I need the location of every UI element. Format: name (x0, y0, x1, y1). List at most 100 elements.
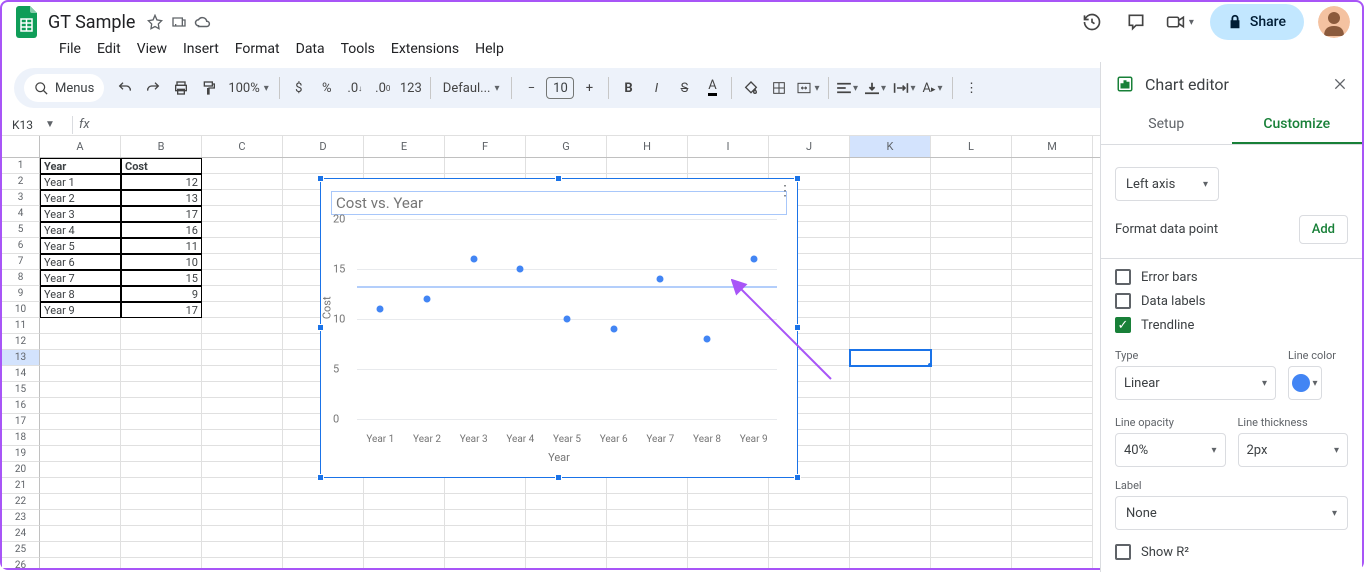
cell[interactable] (202, 286, 283, 302)
col-header[interactable]: F (445, 136, 526, 157)
cell[interactable] (445, 542, 526, 558)
resize-handle[interactable] (794, 324, 801, 331)
cell[interactable] (850, 334, 931, 350)
cell[interactable]: 17 (121, 302, 202, 318)
data-labels-checkbox[interactable]: Data labels (1115, 293, 1348, 309)
cell[interactable] (931, 206, 1012, 222)
cell[interactable] (121, 478, 202, 494)
data-point[interactable] (377, 306, 384, 313)
cell[interactable] (931, 398, 1012, 414)
cell[interactable] (1012, 558, 1093, 568)
decrease-font-button[interactable]: − (518, 75, 544, 101)
cell[interactable] (202, 478, 283, 494)
row-header[interactable]: 15 (2, 382, 40, 398)
row-header[interactable]: 8 (2, 270, 40, 286)
cell[interactable] (526, 494, 607, 510)
cell[interactable] (769, 558, 850, 568)
history-icon[interactable] (1074, 4, 1110, 40)
row-header[interactable]: 26 (2, 558, 40, 568)
cell[interactable] (283, 526, 364, 542)
col-header[interactable]: M (1012, 136, 1093, 157)
add-button[interactable]: Add (1299, 215, 1348, 244)
cell[interactable] (364, 494, 445, 510)
cell[interactable] (121, 334, 202, 350)
cell[interactable] (202, 222, 283, 238)
cell[interactable] (40, 558, 121, 568)
cell[interactable] (931, 462, 1012, 478)
document-title[interactable]: GT Sample (48, 12, 135, 33)
col-header[interactable]: J (769, 136, 850, 157)
row-header[interactable]: 24 (2, 526, 40, 542)
row-header[interactable]: 17 (2, 414, 40, 430)
avatar[interactable] (1318, 6, 1350, 38)
cell[interactable] (850, 206, 931, 222)
cell[interactable] (283, 158, 364, 174)
move-icon[interactable] (169, 12, 189, 32)
cell[interactable] (445, 510, 526, 526)
cell[interactable] (607, 510, 688, 526)
cell[interactable] (850, 558, 931, 568)
name-box[interactable]: K13▼ (6, 118, 66, 132)
data-point[interactable] (564, 316, 571, 323)
cell[interactable] (607, 478, 688, 494)
col-header[interactable]: K (850, 136, 931, 157)
cell[interactable] (445, 526, 526, 542)
cell[interactable] (850, 430, 931, 446)
row-header[interactable]: 3 (2, 190, 40, 206)
wrap-button[interactable]: ▾ (891, 75, 918, 101)
col-header[interactable]: G (526, 136, 607, 157)
cell[interactable] (769, 510, 850, 526)
cell[interactable] (40, 542, 121, 558)
cell[interactable] (202, 366, 283, 382)
row-header[interactable]: 5 (2, 222, 40, 238)
cell[interactable] (121, 526, 202, 542)
cell[interactable] (1012, 510, 1093, 526)
increase-font-button[interactable]: + (576, 75, 602, 101)
menu-extensions[interactable]: Extensions (384, 39, 466, 59)
menu-format[interactable]: Format (228, 39, 287, 59)
cell[interactable] (850, 462, 931, 478)
col-header[interactable]: A (40, 136, 121, 157)
print-button[interactable] (168, 75, 194, 101)
cell[interactable] (850, 414, 931, 430)
cell[interactable]: 16 (121, 222, 202, 238)
cell[interactable] (931, 526, 1012, 542)
row-header[interactable]: 19 (2, 446, 40, 462)
data-point[interactable] (657, 276, 664, 283)
cell[interactable]: Cost (121, 158, 202, 174)
cell[interactable] (769, 542, 850, 558)
row-header[interactable]: 21 (2, 478, 40, 494)
cell[interactable] (850, 238, 931, 254)
cell[interactable] (850, 478, 931, 494)
cell[interactable] (931, 494, 1012, 510)
sheets-logo[interactable] (14, 5, 40, 39)
cell[interactable] (121, 398, 202, 414)
meet-icon[interactable]: ▾ (1162, 4, 1198, 40)
resize-handle[interactable] (317, 324, 324, 331)
col-header[interactable]: L (931, 136, 1012, 157)
paint-format-button[interactable] (196, 75, 222, 101)
cell[interactable] (526, 542, 607, 558)
chart-menu-icon[interactable]: ⋮ (778, 183, 791, 199)
resize-handle[interactable] (317, 175, 324, 182)
font-select[interactable]: Defaul...▾ (437, 75, 506, 101)
cell[interactable] (40, 430, 121, 446)
more-formats-button[interactable]: 123 (398, 75, 424, 101)
cell[interactable] (526, 478, 607, 494)
borders-button[interactable] (766, 75, 792, 101)
cell[interactable] (202, 414, 283, 430)
cell[interactable] (283, 542, 364, 558)
cell[interactable] (202, 446, 283, 462)
cell[interactable] (1012, 158, 1093, 174)
cell[interactable] (1012, 270, 1093, 286)
cell[interactable] (931, 542, 1012, 558)
row-header[interactable]: 1 (2, 158, 40, 174)
cell[interactable] (850, 542, 931, 558)
cell[interactable]: Year (40, 158, 121, 174)
line-thickness-select[interactable]: 2px▾ (1238, 433, 1349, 467)
cell[interactable] (364, 510, 445, 526)
cell[interactable] (121, 366, 202, 382)
cell[interactable] (931, 350, 1012, 366)
row-header[interactable]: 2 (2, 174, 40, 190)
axis-select[interactable]: Left axis▾ (1115, 167, 1219, 201)
